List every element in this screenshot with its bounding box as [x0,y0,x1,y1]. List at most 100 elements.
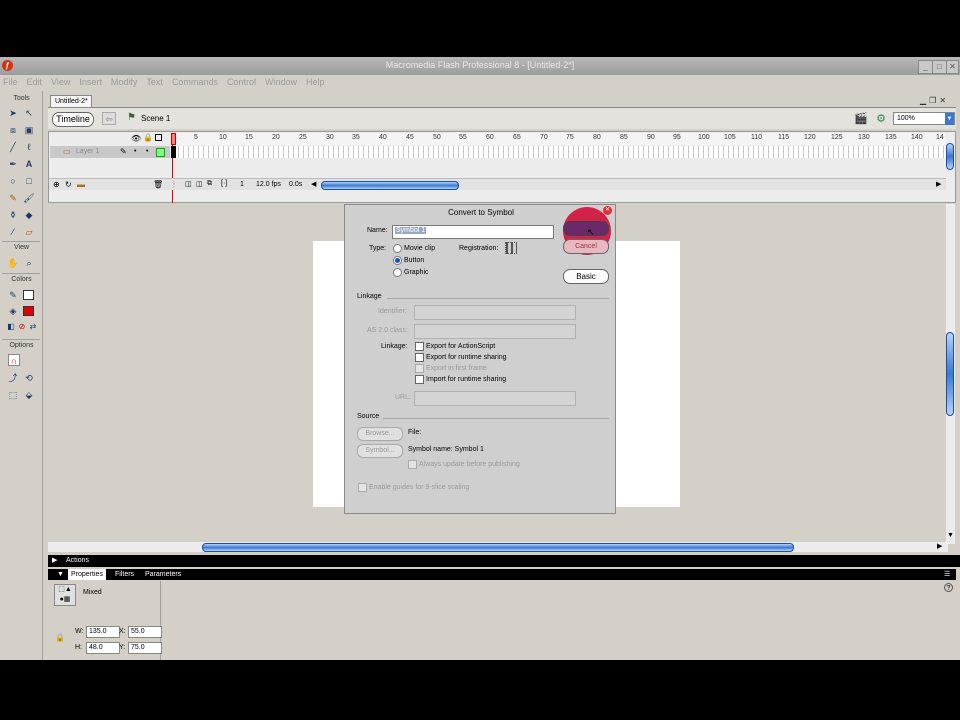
scale-icon[interactable]: ⬚ [7,389,19,401]
type-graphic-label[interactable]: Graphic [404,269,429,276]
collapse-arrow-icon[interactable]: ▼ [57,569,64,580]
panel-menu-icon[interactable]: ☰ [944,569,950,580]
help-icon[interactable]: ? [944,583,953,592]
always-update-checkbox[interactable] [408,460,417,469]
timeline-vscroll[interactable] [946,133,955,189]
line-icon[interactable]: ╱ [7,141,19,153]
timeline-hscroll-thumb[interactable] [321,181,459,190]
close-button[interactable]: ✕ [946,60,959,74]
rotate-icon[interactable]: ⟲ [23,372,35,384]
stage-vscroll-thumb[interactable] [946,332,954,416]
ink-bottle-icon[interactable]: ⚱ [7,209,19,221]
layer-row[interactable]: ▭ Layer 1 ✎ • • [50,146,170,158]
onion-skin-icon[interactable]: ◫ [185,180,192,188]
subselect-icon[interactable]: ↖ [23,107,35,119]
free-transform-icon[interactable]: ⧈ [7,124,19,136]
panel-restore-icon[interactable]: ❐ [929,96,939,105]
zoom-icon[interactable]: ⌕ [23,257,35,269]
stroke-color-icon[interactable]: ✎ [7,289,19,301]
tab-properties[interactable]: Properties [68,569,106,580]
paint-bucket-icon[interactable]: ◆ [23,209,35,221]
basic-button[interactable]: Basic [563,269,609,284]
playhead[interactable] [171,133,176,203]
type-button-radio[interactable] [393,256,402,265]
stage-hscroll-thumb[interactable] [202,543,794,552]
menu-window[interactable]: Window [262,75,303,89]
x-input[interactable]: 55.0 [128,626,162,638]
menu-text[interactable]: Text [143,75,169,89]
identifier-input[interactable] [414,305,576,320]
center-frame-icon[interactable]: ⦙ [173,180,175,190]
panel-close-icon[interactable]: ✕ [939,96,949,105]
tab-filters[interactable]: Filters [112,569,137,580]
tab-parameters[interactable]: Parameters [142,569,184,580]
url-input[interactable] [414,391,576,406]
frame-cells[interactable] [174,146,949,158]
swap-colors-icon[interactable]: ⇄ [27,321,39,333]
menu-commands[interactable]: Commands [169,75,224,89]
y-input[interactable]: 75.0 [128,642,162,654]
actions-panel-header[interactable]: ▶ Actions [48,555,960,567]
trash-icon[interactable]: 🗑 [153,180,163,189]
export-actionscript-checkbox[interactable] [415,342,424,351]
pencil-icon[interactable]: ✎ [7,192,19,204]
layer-color-swatch[interactable] [156,148,165,157]
zoom-select[interactable]: 100% ▼ [893,112,955,125]
distort-icon[interactable]: ⬙ [23,389,35,401]
height-input[interactable]: 48.0 [86,642,120,654]
timeline-toggle-button[interactable]: Timeline [52,112,94,127]
menu-edit[interactable]: Edit [24,75,49,89]
arrow-icon[interactable]: ➤ [7,107,19,119]
lock-aspect-icon[interactable]: 🔒 [55,633,65,642]
scroll-right-icon[interactable]: ▶ [936,180,941,188]
export-first-frame-checkbox[interactable] [415,364,424,373]
menu-modify[interactable]: Modify [108,75,144,89]
menu-help[interactable]: Help [303,75,331,89]
hand-icon[interactable]: ✋ [7,257,19,269]
type-button-label[interactable]: Button [404,257,424,264]
cancel-button[interactable]: Cancel [563,239,609,254]
timeline-vscroll-thumb[interactable] [946,143,954,170]
type-movie-clip-radio[interactable] [393,244,402,253]
lock-dot[interactable]: • [146,148,148,155]
eyedropper-icon[interactable]: ⁄ [7,226,19,238]
keyframe[interactable] [171,146,176,158]
fill-color-icon[interactable]: ◈ [7,305,19,317]
expand-arrow-icon[interactable]: ▶ [52,555,57,567]
stage-vscroll[interactable]: ▼ [946,204,955,544]
eraser-icon[interactable]: ▱ [23,226,35,238]
document-tab[interactable]: Untitled-2* [50,95,92,107]
scroll-right-icon[interactable]: ▶ [937,542,942,550]
snap-magnet-icon[interactable]: ∩ [8,354,20,366]
edit-scene-icon[interactable]: 🎬 [854,112,868,126]
panel-minimize-icon[interactable]: ▁ [920,96,929,105]
symbol-browse-button[interactable]: Symbol... [357,444,403,458]
ok-button[interactable]: OK [563,221,609,236]
minimize-button[interactable]: _ [918,60,933,74]
brush-icon[interactable]: 🖌 [23,192,35,204]
export-runtime-checkbox[interactable] [415,353,424,362]
type-graphic-radio[interactable] [393,268,402,277]
symbol-name-input[interactable]: Symbol 1 [392,225,554,239]
menu-insert[interactable]: Insert [76,75,108,89]
browse-button[interactable]: Browse... [357,427,403,441]
lasso-icon[interactable]: ℓ [23,141,35,153]
eye-icon[interactable]: 👁 [131,134,141,143]
stage-hscroll[interactable]: ▶ [48,542,948,552]
outline-icon[interactable] [155,134,162,141]
fill-color-swatch[interactable] [23,306,34,316]
stroke-color-swatch[interactable] [23,290,34,300]
menu-view[interactable]: View [48,75,76,89]
text-icon[interactable]: A [23,158,35,170]
edit-multiple-icon[interactable]: ⧉ [207,180,212,188]
as-class-input[interactable] [414,324,576,339]
scroll-down-icon[interactable]: ▼ [947,532,954,539]
type-movie-clip-label[interactable]: Movie clip [404,245,435,252]
fill-transform-icon[interactable]: ▣ [23,124,35,136]
import-runtime-label[interactable]: Import for runtime sharing [426,376,506,383]
import-runtime-checkbox[interactable] [415,375,424,384]
menu-file[interactable]: File [0,75,24,89]
onion-markers-icon[interactable]: [·] [221,180,227,187]
maximize-button[interactable]: □ [932,60,947,74]
edit-symbols-icon[interactable]: ⚙ [874,112,888,126]
